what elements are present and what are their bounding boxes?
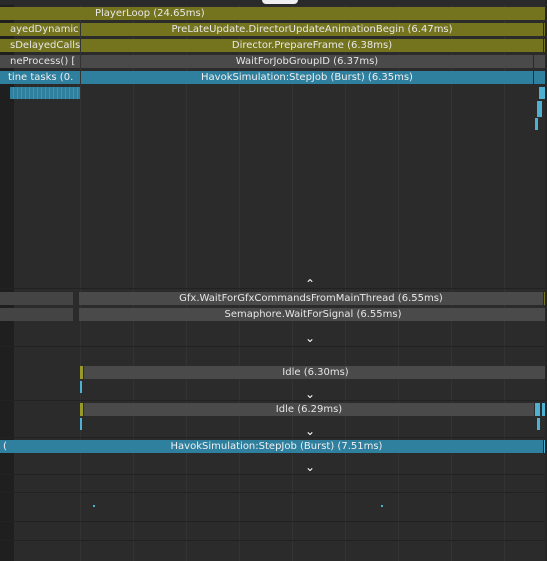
profiler-sample-cluster[interactable] (10, 87, 80, 99)
profiler-sample-left-paren[interactable]: ( (0, 440, 10, 453)
profiler-sample-semaphore-wait[interactable]: Semaphore.WaitForSignal (6.55ms) (79, 308, 547, 321)
grid-line (451, 0, 452, 561)
timeline-left-gutter (0, 0, 14, 561)
profiler-sample-gfx-wait[interactable]: Gfx.WaitForGfxCommandsFromMainThread (6.… (79, 292, 543, 305)
profiler-sample-pre-late-update[interactable]: PreLateUpdate.DirectorUpdateAnimationBeg… (81, 23, 543, 36)
profiler-sample-small[interactable] (80, 403, 83, 416)
profiler-sample-delayed-calls[interactable]: sDelayedCalls (0, 39, 80, 52)
grid-line (292, 0, 293, 561)
chevron-down-icon[interactable]: ⌄ (303, 332, 317, 344)
thread-separator (0, 474, 547, 475)
chevron-down-icon[interactable]: ⌄ (303, 388, 317, 400)
thread-separator (0, 400, 547, 401)
profiler-sample-small[interactable] (537, 101, 542, 117)
profiler-sample-small[interactable] (80, 381, 82, 393)
profiler-sample-small[interactable] (80, 418, 82, 430)
grid-line (239, 0, 240, 561)
thread-separator (0, 288, 547, 289)
profiler-sample-havok-step-2[interactable]: HavokSimulation:StepJob (Burst) (7.51ms) (10, 440, 543, 453)
profiler-sample-delayed-dynamic[interactable]: ayedDynamic (0, 23, 80, 36)
thread-separator (0, 521, 547, 522)
profiler-sample-player-loop[interactable]: PlayerLoop (24.65ms) (0, 7, 547, 20)
profiler-sample-idle-2[interactable]: Idle (6.29ms) (84, 403, 534, 416)
thread-separator (0, 540, 547, 541)
profiler-sample-left-gray[interactable] (0, 308, 73, 321)
grid-line (504, 0, 505, 561)
grid-line (398, 0, 399, 561)
profiler-sample-small[interactable] (535, 403, 540, 416)
thread-separator (0, 492, 547, 493)
frame-marker[interactable] (262, 0, 298, 4)
profiler-sample-small[interactable] (93, 505, 95, 507)
profiler-sample-ne-process[interactable]: neProcess() [ (0, 55, 80, 68)
profiler-sample-idle-1[interactable]: Idle (6.30ms) (84, 366, 547, 379)
profiler-sample-left-gray[interactable] (0, 292, 73, 305)
chevron-down-icon[interactable]: ⌄ (303, 461, 317, 473)
thread-separator (0, 346, 547, 347)
profiler-sample-prepare-frame[interactable]: Director.PrepareFrame (6.38ms) (81, 39, 543, 52)
grid-line (80, 0, 81, 561)
grid-line (345, 0, 346, 561)
profiler-sample-havok-step-1[interactable]: HavokSimulation:StepJob (Burst) (6.35ms) (81, 71, 533, 84)
profiler-sample-wait-job-group[interactable]: WaitForJobGroupID (6.37ms) (81, 55, 533, 68)
thread-separator (0, 437, 547, 438)
chevron-down-icon[interactable]: ⌄ (303, 425, 317, 437)
grid-line (186, 0, 187, 561)
grid-line (133, 0, 134, 561)
profiler-sample-small[interactable] (537, 418, 540, 430)
profiler-sample-small[interactable] (381, 505, 383, 507)
profiler-sample-small[interactable] (535, 118, 538, 130)
profiler-sample-small[interactable] (80, 366, 83, 379)
profiler-sample-tine-tasks[interactable]: tine tasks (0. (0, 71, 80, 84)
